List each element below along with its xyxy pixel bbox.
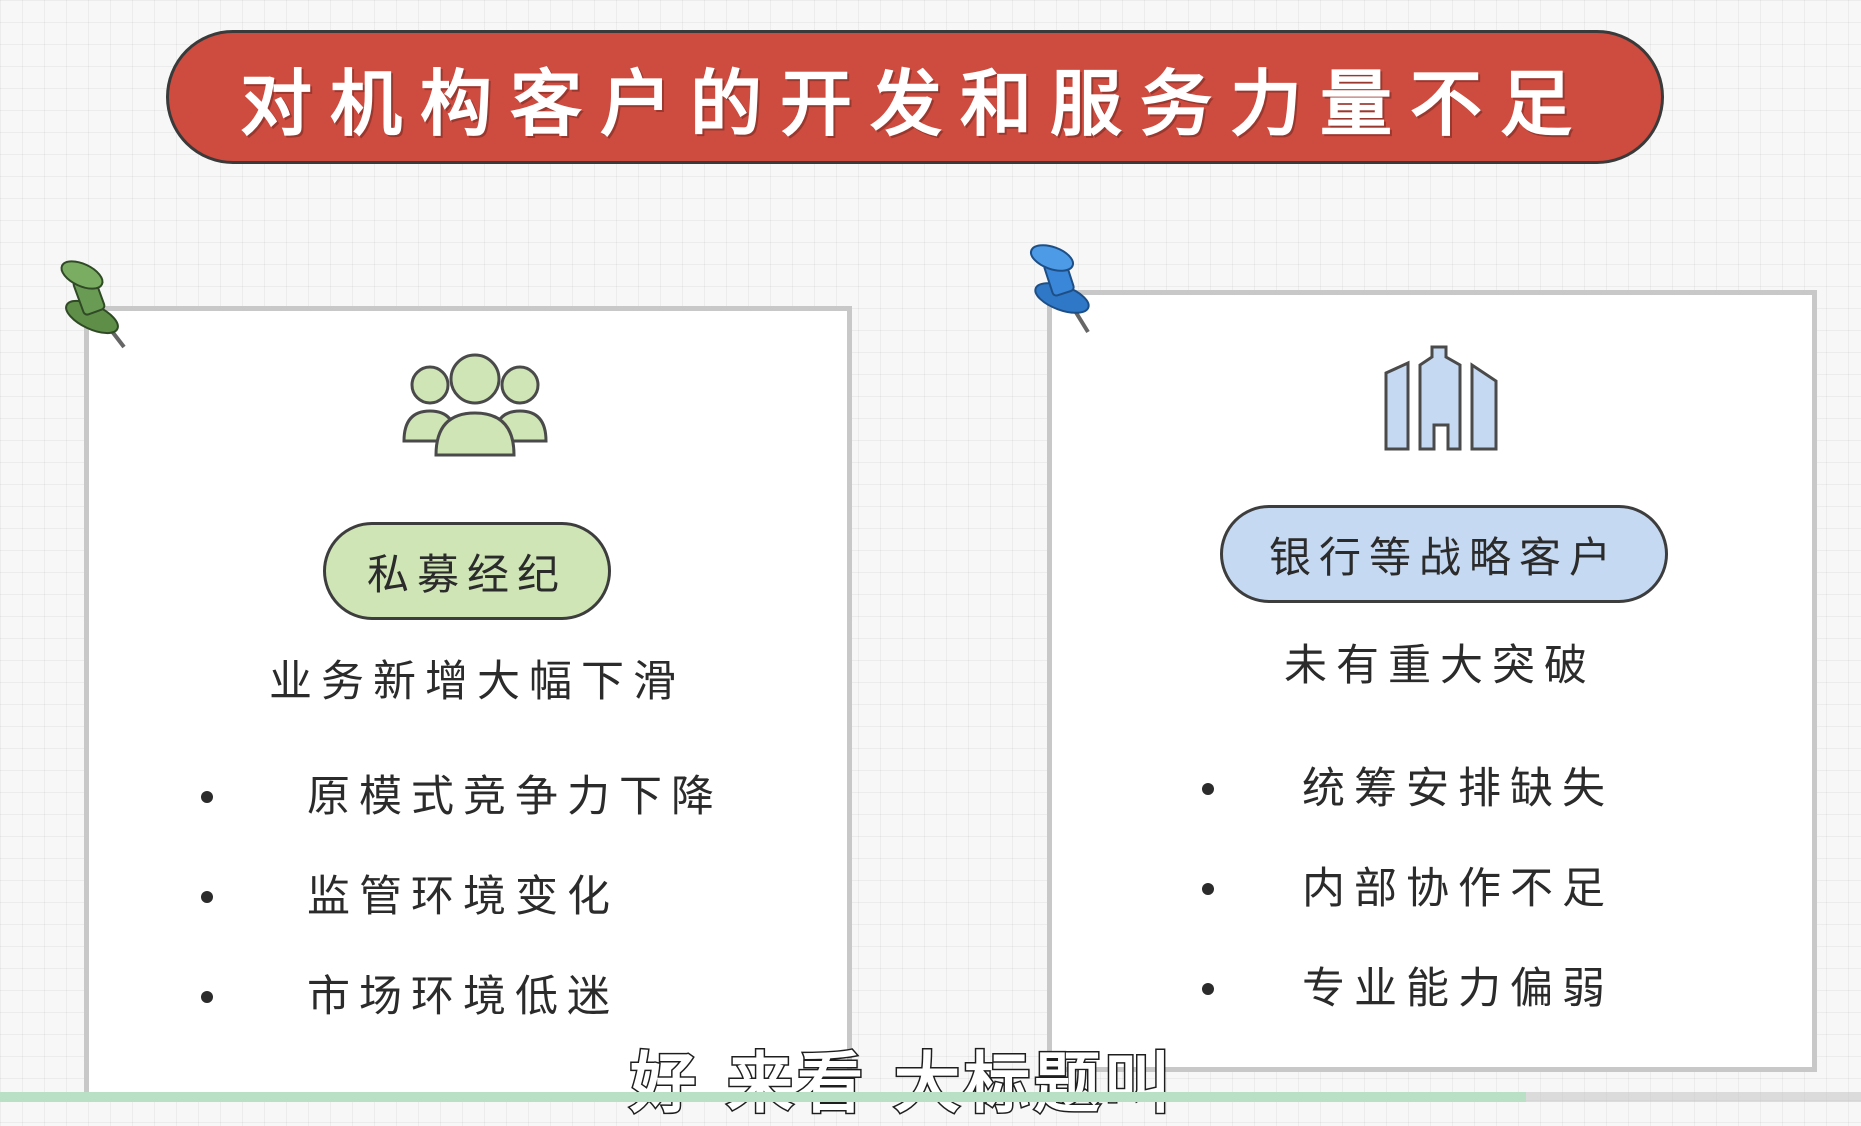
reason-list: 统筹安排缺失 内部协作不足 专业能力偏弱 — [1202, 739, 1614, 1039]
list-item: 内部协作不足 — [1202, 839, 1614, 939]
pill-label: 银行等战略客户 — [1268, 532, 1619, 582]
blue-pushpin-icon — [1029, 244, 1090, 334]
card-subtitle: 业务新增大幅下滑 — [269, 657, 685, 707]
green-pushpin-icon — [60, 260, 126, 349]
list-item: 专业能力偏弱 — [1202, 939, 1614, 1039]
title-banner: 对机构客户的开发和服务力量不足 — [166, 30, 1664, 164]
category-pill-private-brokerage: 私募经纪 — [323, 522, 611, 620]
list-item: 监管环境变化 — [201, 847, 723, 947]
video-subtitle: 好 来看 大标题叫 — [629, 1044, 1174, 1124]
pill-label: 私募经纪 — [366, 549, 567, 599]
list-item: 统筹安排缺失 — [1202, 739, 1614, 839]
category-pill-bank-strategic: 银行等战略客户 — [1220, 505, 1668, 603]
card-subtitle: 未有重大突破 — [1284, 641, 1596, 691]
playback-progress-bar[interactable] — [0, 1092, 1861, 1102]
people-group-icon — [402, 353, 548, 457]
bank-strategic-card: 银行等战略客户 未有重大突破 统筹安排缺失 内部协作不足 专业能力偏弱 — [1047, 290, 1817, 1072]
playback-progress-fill — [0, 1092, 1527, 1102]
private-brokerage-card: 私募经纪 业务新增大幅下滑 原模式竞争力下降 监管环境变化 市场环境低迷 — [84, 306, 852, 1102]
page-title: 对机构客户的开发和服务力量不足 — [239, 61, 1590, 146]
office-building-icon — [1384, 345, 1498, 451]
list-item: 原模式竞争力下降 — [201, 747, 723, 847]
reason-list: 原模式竞争力下降 监管环境变化 市场环境低迷 — [201, 747, 723, 1047]
